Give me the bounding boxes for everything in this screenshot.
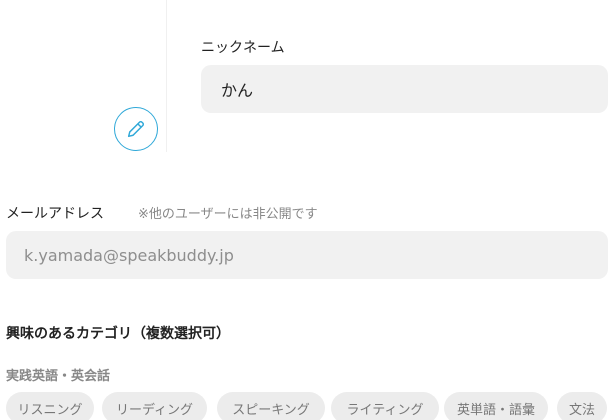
interest-heading: 興味のあるカテゴリ（複数選択可） xyxy=(6,326,230,342)
nickname-input[interactable]: かん xyxy=(201,65,608,113)
profile-edit-page: ニックネーム かん メールアドレス ※他のユーザーには非公開です k.yamad… xyxy=(0,0,610,420)
chip-speaking[interactable]: スピーキング xyxy=(217,392,325,420)
chip-writing[interactable]: ライティング xyxy=(331,392,439,420)
nickname-label: ニックネーム xyxy=(201,40,285,56)
email-field: k.yamada@speakbuddy.jp xyxy=(6,231,608,279)
chip-grammar[interactable]: 文法 xyxy=(557,392,607,420)
email-label: メールアドレス xyxy=(6,206,104,222)
edit-avatar-button[interactable] xyxy=(114,107,158,151)
chip-listening[interactable]: リスニング xyxy=(6,392,94,420)
category-label: 実践英語・英会話 xyxy=(6,369,111,384)
email-privacy-note: ※他のユーザーには非公開です xyxy=(138,207,318,222)
chip-vocabulary[interactable]: 英単語・語彙 xyxy=(444,392,548,420)
pencil-icon xyxy=(127,120,145,138)
chip-reading[interactable]: リーディング xyxy=(102,392,207,420)
